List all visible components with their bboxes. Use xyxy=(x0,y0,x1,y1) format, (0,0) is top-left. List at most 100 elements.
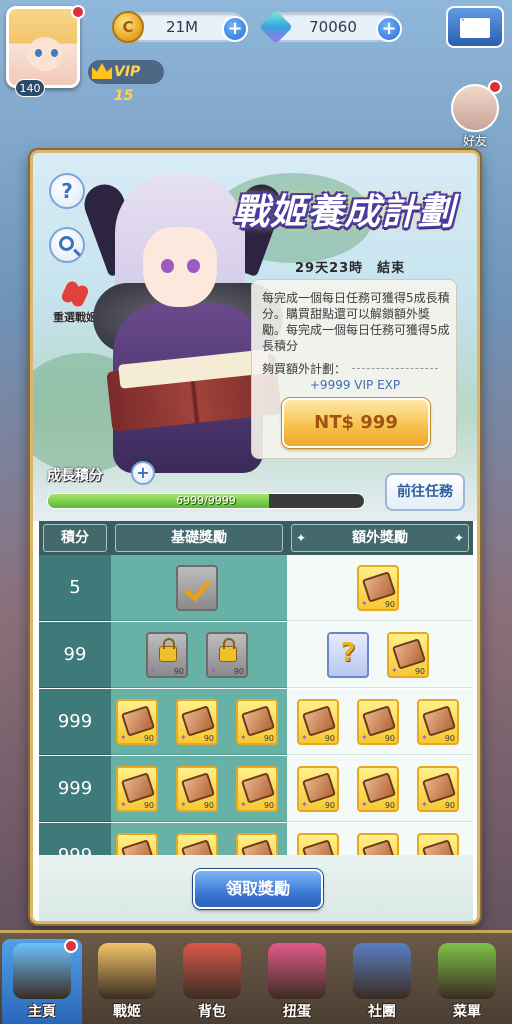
base-reward-column-header: 基礎獎勵 xyxy=(115,524,283,552)
ticket-reward-item[interactable]: ✦90 xyxy=(297,699,339,745)
extra-reward-header-label: 額外獎勵 xyxy=(352,530,408,546)
ticket-reward-item[interactable]: ✦90 xyxy=(176,699,218,745)
growth-progress-bar: 6999/9999 xyxy=(47,493,365,509)
sparkle-icon: ✦ xyxy=(296,531,307,545)
base-reward-cell: ✦ 90 ✦ 90 ✦ 90 xyxy=(111,689,287,755)
item-count: 90 xyxy=(143,801,154,810)
avatar-eye xyxy=(35,49,42,57)
vip-badge[interactable]: VIP 15 xyxy=(88,60,164,104)
go-to-tasks-button[interactable]: 前往任務 xyxy=(385,473,465,511)
reward-table-header: 積分 基礎獎勵 ✦ 額外獎勵 ✦ xyxy=(39,521,473,555)
plan-banner: ? 重選戰姬 戰姬養成計劃 29天23時 結束 每完成一個每日任務可獲得5成長積… xyxy=(33,153,477,521)
base-reward-cell: ✦ 90 ✦ 90 xyxy=(111,622,287,688)
base-reward-cell: ✦ 90 ✦ 90 ✦ 90 xyxy=(111,756,287,822)
purchase-button[interactable]: NT$ 999 xyxy=(282,398,430,448)
divider xyxy=(352,368,438,369)
rarity-icon: ✦ xyxy=(240,800,247,809)
nav-item-label: 背包 xyxy=(198,1004,226,1020)
character-icon xyxy=(98,943,156,999)
friends-button[interactable]: 好友 xyxy=(446,80,504,148)
ticket-reward-item[interactable]: ✦90 xyxy=(176,766,218,812)
ticket-reward-item[interactable]: ✦90 xyxy=(116,833,158,855)
rarity-icon: ✦ xyxy=(150,666,157,675)
locked-reward-item[interactable]: ✦ 90 xyxy=(206,632,248,678)
item-count: 90 xyxy=(173,667,184,676)
gacha-icon xyxy=(268,943,326,999)
ticket-reward-item[interactable]: ✦90 xyxy=(417,833,459,855)
buy-extra-label: 夠買額外計劃： xyxy=(262,362,347,376)
item-count: 90 xyxy=(203,734,214,743)
lock-icon xyxy=(159,638,177,662)
checkmark-icon xyxy=(184,577,212,599)
ticket-reward-item[interactable]: ✦90 xyxy=(357,766,399,812)
home-icon xyxy=(13,943,71,999)
growth-plan-dialog: ? 重選戰姬 戰姬養成計劃 29天23時 結束 每完成一個每日任務可獲得5成長積… xyxy=(30,150,480,924)
ticket-reward-item[interactable]: ✦ 90 xyxy=(236,766,278,812)
ticket-reward-item[interactable]: ✦90 xyxy=(357,833,399,855)
nav-item-label: 扭蛋 xyxy=(283,1004,311,1020)
nav-item-label: 主頁 xyxy=(28,1004,56,1020)
add-gems-button[interactable]: + xyxy=(376,16,402,42)
item-count: 90 xyxy=(384,734,395,743)
ticket-reward-item[interactable]: ✦90 xyxy=(297,833,339,855)
rarity-icon: ✦ xyxy=(301,800,308,809)
nav-item-gacha[interactable]: 扭蛋 xyxy=(257,939,337,1024)
ticket-reward-item[interactable]: ✦90 xyxy=(417,766,459,812)
extra-reward-cell: ✦ 90 ✦ 90 ✦ 90 xyxy=(287,689,473,755)
ticket-icon xyxy=(301,839,337,855)
menu-icon xyxy=(438,943,496,999)
notification-dot xyxy=(71,5,85,19)
nav-item-home[interactable]: 主頁 xyxy=(2,939,82,1024)
ticket-reward-item[interactable]: ✦90 xyxy=(357,565,399,611)
gem-icon xyxy=(259,10,293,44)
rarity-icon: ✦ xyxy=(391,666,398,675)
mail-button[interactable] xyxy=(446,6,504,48)
add-growth-points-button[interactable]: + xyxy=(131,461,155,485)
player-avatar[interactable]: 140 xyxy=(6,5,85,97)
locked-reward-item[interactable]: ✦ 90 xyxy=(146,632,188,678)
ticket-reward-item[interactable]: ✦ 90 xyxy=(357,699,399,745)
player-level-badge: 140 xyxy=(15,79,45,97)
top-bar: 140 21M + 70060 + VIP 15 xyxy=(0,0,512,104)
nav-item-character[interactable]: 戰姬 xyxy=(87,939,167,1024)
nav-item-guild[interactable]: 社團 xyxy=(342,939,422,1024)
magnifier-icon xyxy=(59,236,74,251)
item-count: 90 xyxy=(324,734,335,743)
rarity-icon: ✦ xyxy=(361,733,368,742)
question-icon: ? xyxy=(61,179,73,203)
ticket-reward-item[interactable]: ✦90 xyxy=(297,766,339,812)
plan-title: 戰姬養成計劃 xyxy=(233,192,456,233)
extra-reward-column-header: ✦ 額外獎勵 ✦ xyxy=(291,524,469,552)
sparkle-icon: ✦ xyxy=(453,531,464,545)
ticket-reward-item[interactable]: ✦90 xyxy=(236,699,278,745)
gem-counter: 70060 + xyxy=(259,10,402,44)
rarity-icon: ✦ xyxy=(240,733,247,742)
item-count: 90 xyxy=(263,801,274,810)
item-count: 90 xyxy=(414,667,425,676)
rarity-icon: ✦ xyxy=(180,800,187,809)
rarity-icon: ✦ xyxy=(421,733,428,742)
item-count: 90 xyxy=(143,734,154,743)
item-count: 90 xyxy=(233,667,244,676)
lock-icon xyxy=(219,638,237,662)
reward-row: 5 ✦ 90 xyxy=(39,555,473,621)
ticket-reward-item[interactable]: ✦90 xyxy=(116,699,158,745)
mystery-reward-item[interactable]: ? xyxy=(327,632,369,678)
add-coins-button[interactable]: + xyxy=(222,16,248,42)
claim-rewards-button[interactable]: 領取獎勵 xyxy=(193,869,323,909)
claimed-reward-item[interactable] xyxy=(176,565,218,611)
ticket-reward-item[interactable]: ✦90 xyxy=(236,833,278,855)
coin-amount: 21M xyxy=(165,18,199,36)
nav-item-backpack[interactable]: 背包 xyxy=(172,939,252,1024)
ticket-reward-item[interactable]: ✦90 xyxy=(176,833,218,855)
nav-item-label: 戰姬 xyxy=(113,1004,141,1020)
plan-description: 每完成一個每日任務可獲得5成長積分。購買甜點還可以解鎖額外獎勵。每完成一個每日任… xyxy=(262,291,450,353)
reward-row: 999 ✦ 90 ✦ 90 ✦ 90 ✦ 90 ✦ 90 ✦ 90 xyxy=(39,756,473,822)
ticket-icon xyxy=(120,839,156,855)
nav-item-menu[interactable]: 菜單 xyxy=(427,939,507,1024)
row-points: 99 xyxy=(39,622,111,688)
plan-description-panel: 每完成一個每日任務可獲得5成長積分。購買甜點還可以解鎖額外獎勵。每完成一個每日任… xyxy=(251,279,457,459)
ticket-reward-item[interactable]: ✦ 90 xyxy=(387,632,429,678)
ticket-reward-item[interactable]: ✦90 xyxy=(417,699,459,745)
ticket-reward-item[interactable]: ✦90 xyxy=(116,766,158,812)
